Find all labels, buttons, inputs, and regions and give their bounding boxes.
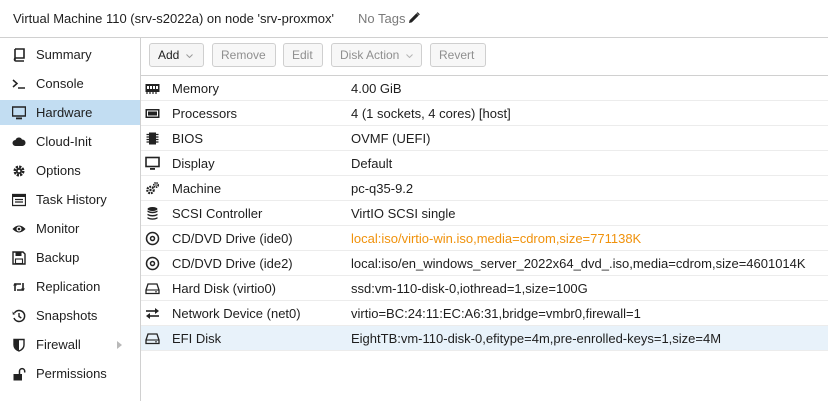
floppy-icon (12, 251, 26, 265)
eye-icon (12, 225, 26, 233)
sidebar-item-console[interactable]: Console (0, 71, 140, 96)
disk-action-button[interactable]: Disk Action (331, 43, 422, 67)
sidebar-item-task-history[interactable]: Task History (0, 187, 140, 212)
shield-icon (13, 338, 25, 352)
sidebar-item-snapshots[interactable]: Snapshots (0, 303, 140, 328)
disk-action-button-label: Disk Action (340, 48, 400, 62)
sidebar: Summary Console Hardware Cloud-Init Opti… (0, 38, 141, 401)
memory-icon (145, 84, 160, 94)
sidebar-item-cloud-init[interactable]: Cloud-Init (0, 129, 140, 154)
table-row[interactable]: SCSI Controller VirtIO SCSI single (141, 201, 828, 226)
hardware-name: Hard Disk (virtio0) (172, 281, 277, 296)
history-icon (12, 309, 26, 323)
gear-icon (13, 165, 25, 177)
sidebar-item-label: Summary (36, 47, 92, 62)
hardware-value: virtio=BC:24:11:EC:A6:31,bridge=vmbr0,fi… (351, 306, 641, 321)
hardware-value: EightTB:vm-110-disk-0,efitype=4m,pre-enr… (351, 331, 722, 346)
hdd-icon (145, 333, 160, 345)
desktop-icon (145, 156, 160, 170)
sidebar-item-label: Cloud-Init (36, 134, 92, 149)
hardware-name: EFI Disk (172, 331, 222, 346)
hardware-name: Memory (172, 81, 219, 96)
hardware-name: Machine (172, 181, 222, 196)
hardware-value: local:iso/en_windows_server_2022x64_dvd_… (351, 256, 806, 271)
list-icon (12, 193, 26, 207)
hardware-name: CD/DVD Drive (ide0) (172, 231, 293, 246)
sidebar-item-monitor[interactable]: Monitor (0, 216, 140, 241)
table-row[interactable]: Machine pc-q35-9.2 (141, 176, 828, 201)
sidebar-item-label: Replication (36, 279, 101, 294)
chevron-down-icon (186, 53, 194, 58)
cdrom-icon (145, 231, 160, 246)
hardware-value: ssd:vm-110-disk-0,iothread=1,size=100G (351, 281, 588, 296)
table-row[interactable]: CD/DVD Drive (ide0) local:iso/virtio-win… (141, 226, 828, 251)
window-header: Virtual Machine 110 (srv-s2022a) on node… (0, 0, 828, 38)
cloud-icon (12, 137, 26, 146)
exchange-icon (146, 308, 159, 319)
hardware-name: Network Device (net0) (172, 306, 301, 321)
table-row[interactable]: EFI Disk EightTB:vm-110-disk-0,efitype=4… (141, 326, 828, 351)
table-row[interactable]: Memory 4.00 GiB (141, 76, 828, 101)
sidebar-item-label: Backup (36, 250, 80, 265)
sidebar-item-label: Options (36, 163, 81, 178)
sidebar-item-label: Hardware (36, 105, 93, 120)
sidebar-item-label: Task History (36, 192, 107, 207)
hardware-name: SCSI Controller (172, 206, 263, 221)
monitor-icon (12, 106, 26, 120)
tags-label[interactable]: No Tags (358, 11, 405, 26)
table-row[interactable]: Hard Disk (virtio0) ssd:vm-110-disk-0,io… (141, 276, 828, 301)
hardware-name: CD/DVD Drive (ide2) (172, 256, 293, 271)
expand-arrow-icon[interactable] (117, 341, 122, 349)
sidebar-item-label: Permissions (36, 366, 107, 381)
edit-button-label: Edit (292, 48, 313, 62)
book-icon (13, 48, 25, 62)
remove-button[interactable]: Remove (212, 43, 276, 67)
page-title: Virtual Machine 110 (srv-s2022a) on node… (13, 11, 334, 26)
table-row[interactable]: Display Default (141, 151, 828, 176)
remove-button-label: Remove (221, 48, 266, 62)
hardware-value: OVMF (UEFI) (351, 131, 431, 146)
chip-icon (146, 132, 159, 145)
hardware-value: VirtIO SCSI single (351, 206, 456, 221)
hardware-value: pc-q35-9.2 (351, 181, 414, 196)
sidebar-item-firewall[interactable]: Firewall (0, 332, 140, 357)
table-row[interactable]: Processors 4 (1 sockets, 4 cores) [host] (141, 101, 828, 126)
cpu-icon (145, 109, 160, 118)
terminal-icon (12, 79, 25, 89)
sidebar-item-hardware[interactable]: Hardware (0, 100, 140, 125)
sidebar-item-backup[interactable]: Backup (0, 245, 140, 270)
edit-button[interactable]: Edit (283, 43, 323, 67)
table-row[interactable]: BIOS OVMF (UEFI) (141, 126, 828, 151)
sidebar-item-options[interactable]: Options (0, 158, 140, 183)
hardware-value: Default (351, 156, 393, 171)
hardware-name: Processors (172, 106, 238, 121)
chevron-down-icon (406, 53, 414, 58)
hardware-value: local:iso/virtio-win.iso,media=cdrom,siz… (351, 231, 642, 246)
retweet-icon (13, 283, 25, 291)
add-button[interactable]: Add (149, 43, 204, 67)
cogs-icon (146, 181, 160, 195)
hardware-value: 4 (1 sockets, 4 cores) [host] (351, 106, 511, 121)
sidebar-item-label: Snapshots (36, 308, 98, 323)
sidebar-item-replication[interactable]: Replication (0, 274, 140, 299)
database-icon (147, 207, 158, 220)
hardware-name: BIOS (172, 131, 204, 146)
hdd-icon (145, 283, 160, 295)
hardware-toolbar: Add Remove Edit Disk Action Revert (141, 38, 828, 76)
add-button-label: Add (158, 48, 180, 62)
cdrom-icon (145, 256, 160, 271)
sidebar-item-label: Firewall (36, 337, 81, 352)
table-row[interactable]: CD/DVD Drive (ide2) local:iso/en_windows… (141, 251, 828, 276)
revert-button[interactable]: Revert (430, 43, 486, 67)
hardware-name: Display (172, 156, 215, 171)
table-row[interactable]: Network Device (net0) virtio=BC:24:11:EC… (141, 301, 828, 326)
revert-button-label: Revert (439, 48, 475, 62)
sidebar-item-summary[interactable]: Summary (0, 42, 140, 67)
sidebar-item-label: Console (36, 76, 84, 91)
sidebar-item-label: Monitor (36, 221, 80, 236)
hardware-value: 4.00 GiB (351, 81, 402, 96)
unlock-icon (13, 367, 26, 381)
pencil-icon[interactable] (408, 12, 420, 24)
sidebar-item-permissions[interactable]: Permissions (0, 361, 140, 386)
